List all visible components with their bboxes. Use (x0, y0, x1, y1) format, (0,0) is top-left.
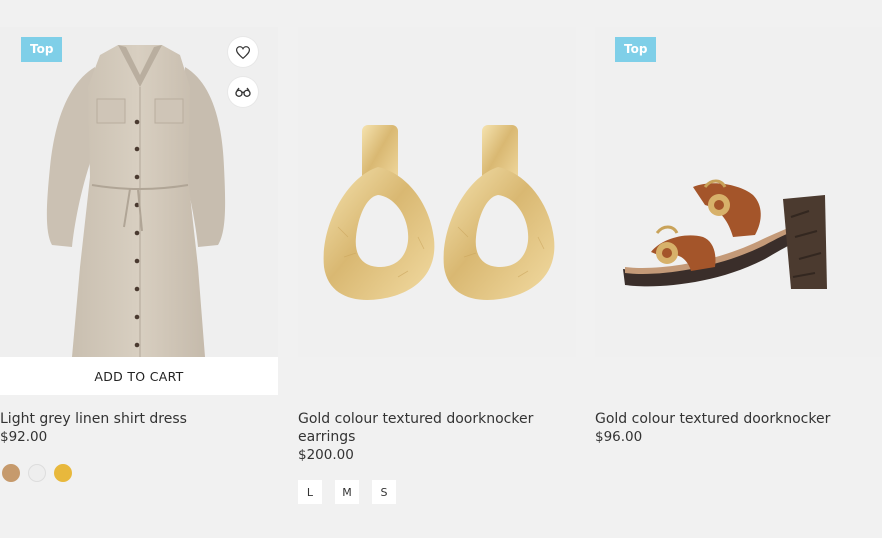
compare-button[interactable] (228, 77, 258, 107)
color-swatches (2, 464, 72, 482)
heart-icon (236, 45, 250, 59)
heeled-sandal-image (623, 179, 827, 289)
glasses-icon (235, 87, 251, 98)
top-badge: Top (615, 37, 657, 62)
color-swatch-white[interactable] (28, 464, 46, 482)
product-image[interactable]: Top (595, 27, 882, 357)
shirt-dress-image (46, 45, 226, 357)
size-option-s[interactable]: S (372, 480, 396, 504)
earrings-image (323, 125, 555, 300)
add-to-cart-button[interactable]: ADD TO CART (0, 357, 278, 395)
size-option-l[interactable]: L (298, 480, 322, 504)
product-price: $200.00 (298, 447, 354, 463)
color-swatch-mustard[interactable] (54, 464, 72, 482)
product-card[interactable]: Top Gold colour textured doorknocker $96… (595, 27, 882, 445)
product-image[interactable] (298, 27, 576, 357)
product-name[interactable]: Light grey linen shirt dress (0, 410, 278, 428)
color-swatch-tan[interactable] (2, 464, 20, 482)
top-badge: Top (21, 37, 63, 62)
wishlist-button[interactable] (228, 37, 258, 67)
product-name[interactable]: Gold colour textured doorknocker (595, 410, 882, 428)
product-price: $96.00 (595, 429, 643, 445)
product-card[interactable]: Gold colour textured doorknocker earring… (298, 27, 576, 504)
product-card[interactable]: Top ADD TO CART Light grey linen shirt d… (0, 27, 278, 482)
size-option-m[interactable]: M (335, 480, 359, 504)
product-name[interactable]: Gold colour textured doorknocker earring… (298, 410, 576, 446)
product-price: $92.00 (0, 429, 48, 445)
size-options: L M S (298, 480, 396, 504)
product-image[interactable]: Top (0, 27, 278, 357)
